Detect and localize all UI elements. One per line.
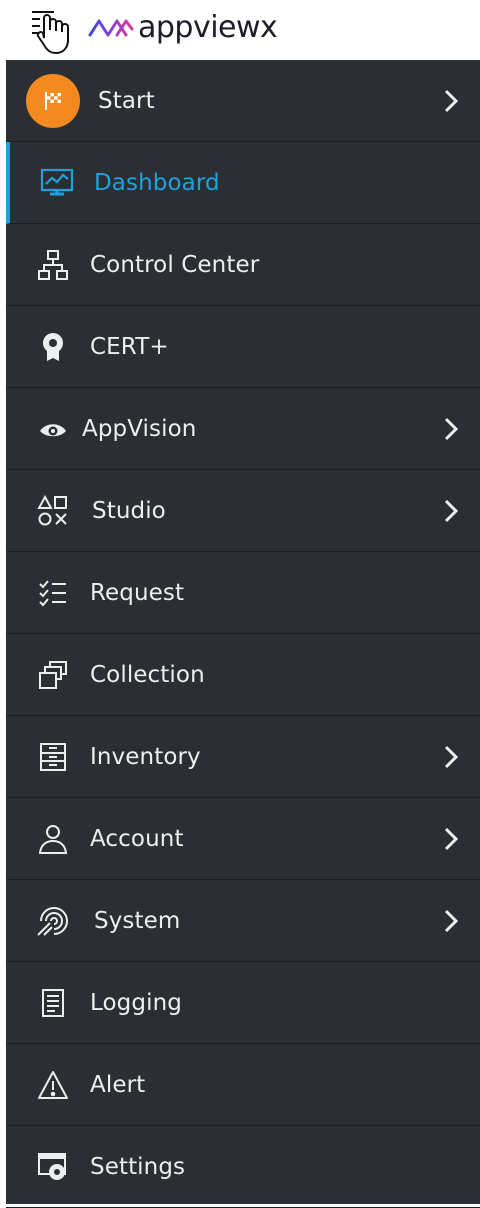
sidebar-item-dashboard[interactable]: Dashboard	[6, 142, 480, 224]
settings-icon	[36, 1150, 70, 1184]
alert-icon	[36, 1068, 70, 1102]
sidebar-item-label: Control Center	[90, 251, 260, 278]
chevron-right-icon	[444, 827, 459, 850]
sidebar-item-label: Inventory	[90, 743, 201, 770]
sidebar-item-label: Dashboard	[94, 169, 220, 196]
certificate-icon	[36, 330, 70, 364]
sidebar-item-system[interactable]: System	[6, 880, 480, 962]
sidebar-item-collection[interactable]: Collection	[6, 634, 480, 716]
appviewx-logo[interactable]: appviewx	[88, 8, 278, 48]
sidebar: Start Dashboard Control Center CERT+ App…	[6, 60, 480, 1208]
sidebar-item-start[interactable]: Start	[6, 60, 480, 142]
sidebar-item-alert[interactable]: Alert	[6, 1044, 480, 1126]
sidebar-item-settings[interactable]: Settings	[6, 1126, 480, 1208]
chevron-right-icon	[444, 745, 459, 768]
sidebar-item-label: Studio	[92, 497, 166, 524]
eye-icon	[36, 412, 70, 446]
flag-icon	[26, 73, 80, 128]
collection-icon	[36, 658, 70, 692]
sidebar-item-studio[interactable]: Studio	[6, 470, 480, 552]
sidebar-item-label: Settings	[90, 1153, 186, 1180]
sidebar-item-label: CERT+	[90, 333, 169, 360]
sidebar-item-label: Request	[90, 579, 185, 606]
sidebar-item-control-center[interactable]: Control Center	[6, 224, 480, 306]
inventory-icon	[36, 740, 70, 774]
sidebar-item-label: AppVision	[82, 415, 197, 442]
chevron-right-icon	[444, 909, 459, 932]
sidebar-item-label: Logging	[90, 989, 182, 1016]
chevron-right-icon	[444, 417, 459, 440]
shapes-icon	[36, 494, 70, 528]
sidebar-item-appvision[interactable]: AppVision	[6, 388, 480, 470]
system-icon	[36, 904, 70, 938]
sidebar-item-cert-plus[interactable]: CERT+	[6, 306, 480, 388]
monitor-icon	[40, 166, 74, 200]
checklist-icon	[36, 576, 70, 610]
log-icon	[36, 986, 70, 1020]
sidebar-item-label: System	[94, 907, 181, 934]
user-icon	[36, 822, 70, 856]
sidebar-item-account[interactable]: Account	[6, 798, 480, 880]
sidebar-item-label: Account	[90, 825, 184, 852]
sidebar-item-label: Start	[98, 87, 155, 114]
logo-text: appviewx	[138, 10, 278, 45]
sidebar-item-label: Alert	[90, 1071, 146, 1098]
top-bar: appviewx	[0, 0, 480, 60]
sidebar-item-inventory[interactable]: Inventory	[6, 716, 480, 798]
logo-mark-icon	[88, 19, 134, 37]
hierarchy-icon	[36, 248, 70, 282]
chevron-right-icon	[444, 499, 459, 522]
chevron-right-icon	[444, 89, 459, 112]
sidebar-item-label: Collection	[90, 661, 205, 688]
sidebar-item-logging[interactable]: Logging	[6, 962, 480, 1044]
hand-pointer-icon[interactable]	[30, 6, 72, 56]
sidebar-item-request[interactable]: Request	[6, 552, 480, 634]
